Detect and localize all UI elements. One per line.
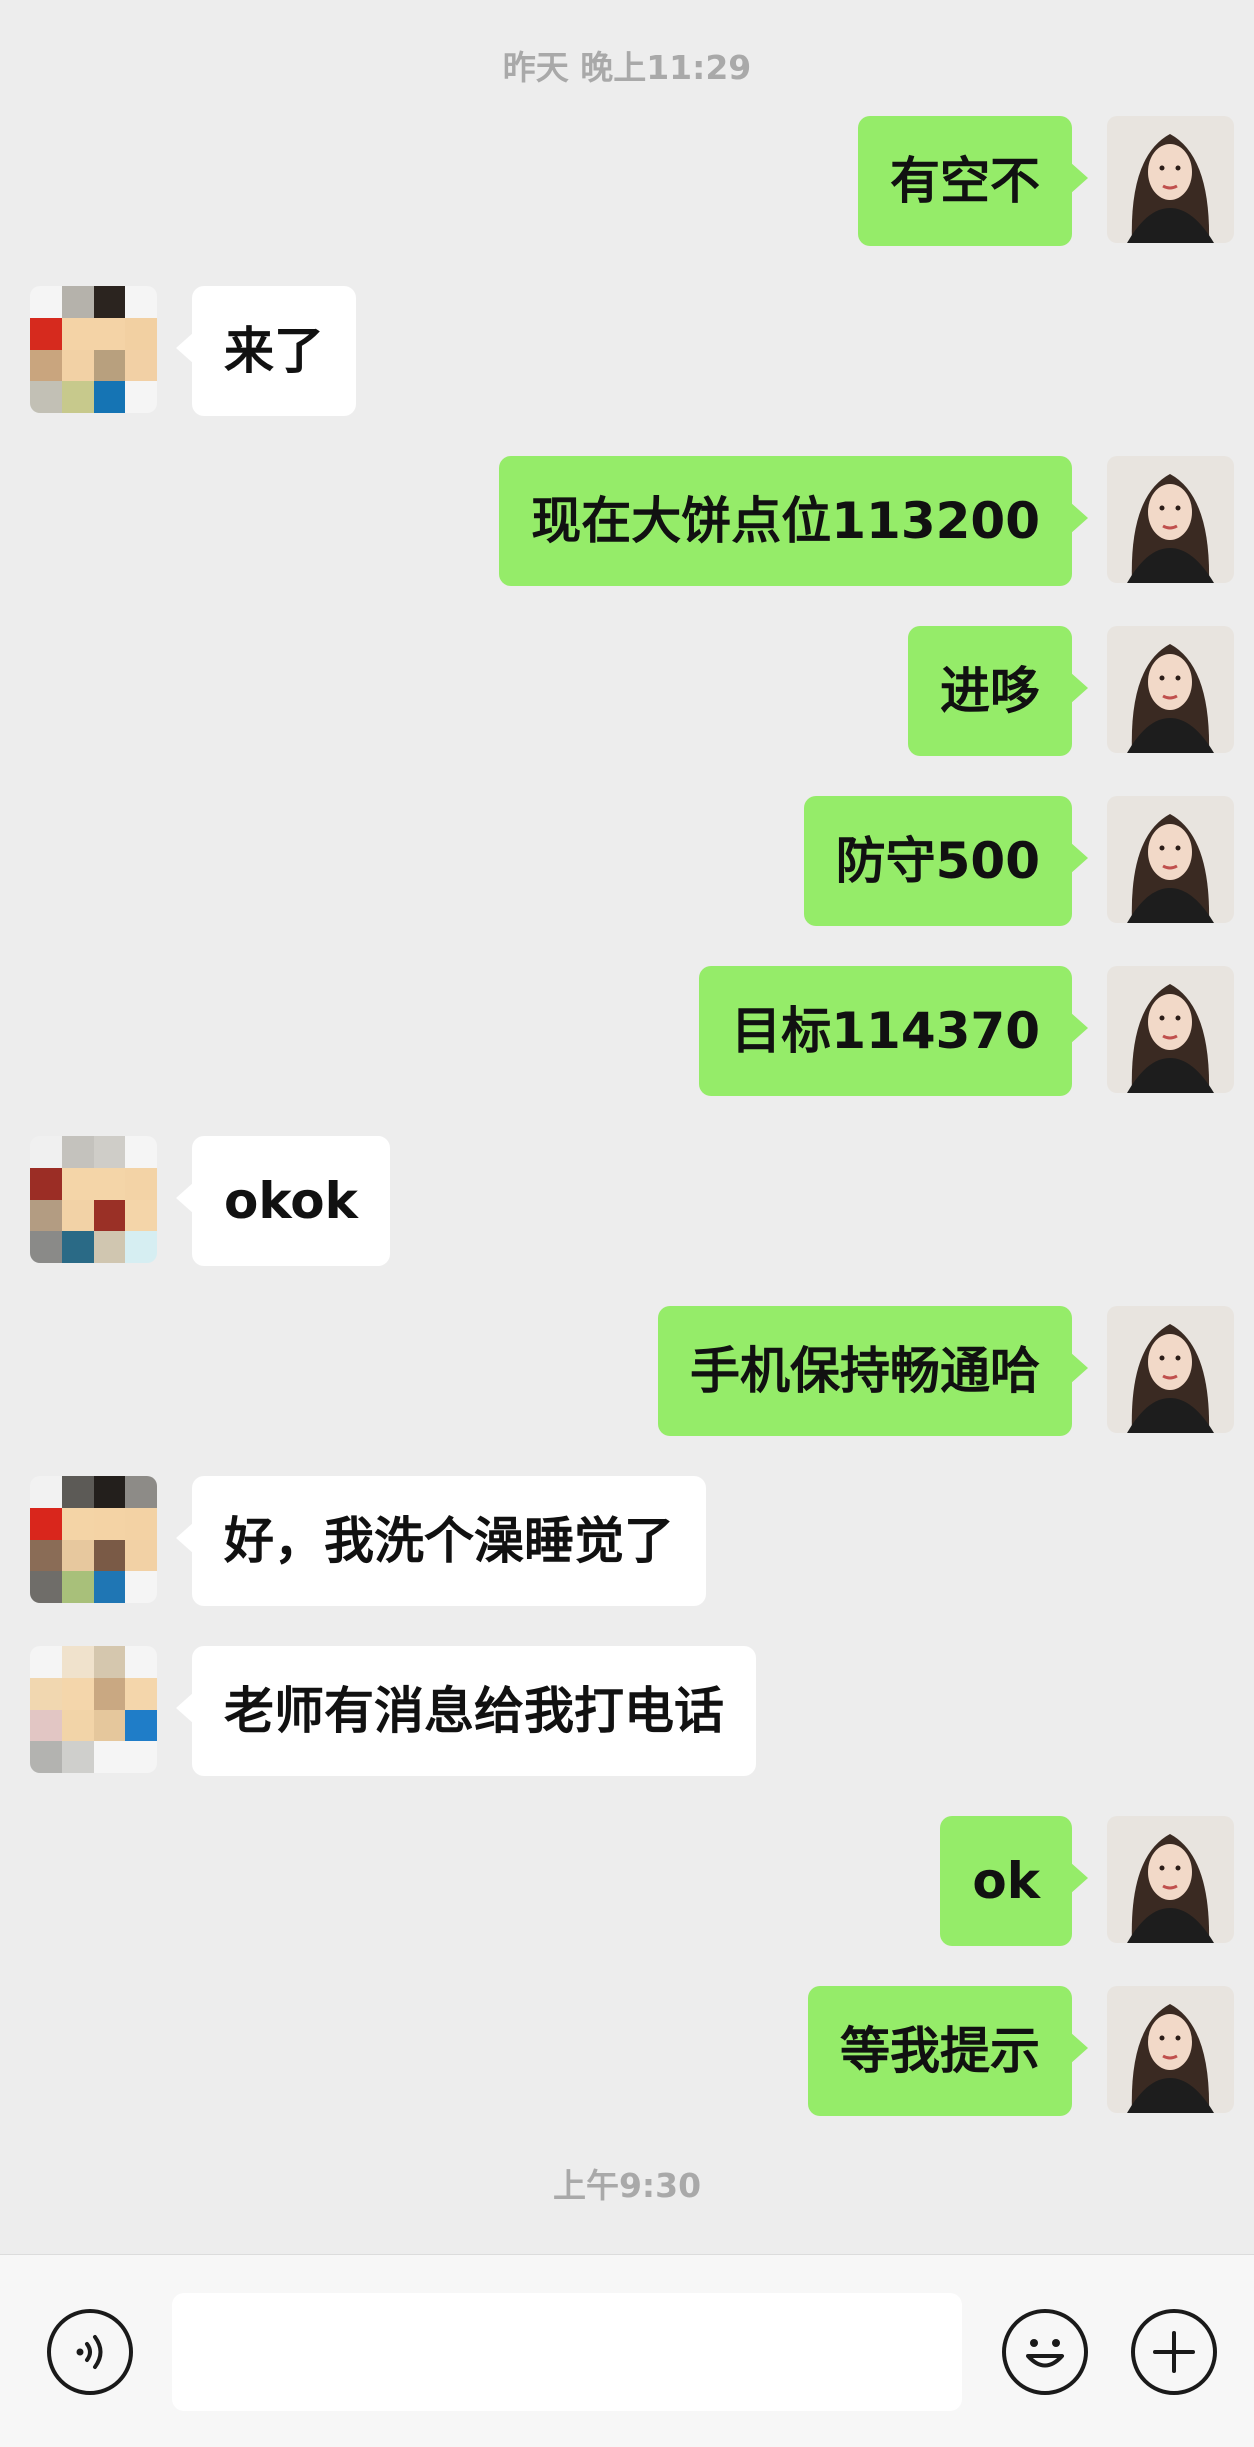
message-sent: 手机保持畅通哈 xyxy=(0,1306,1254,1436)
voice-button[interactable] xyxy=(47,2309,133,2395)
message-received: 好，我洗个澡睡觉了 xyxy=(0,1476,1254,1606)
chat-area[interactable]: 昨天 晚上11:29 有空不 来了 现在大饼点位113200 进哆 防守500 … xyxy=(0,0,1254,2254)
message-bubble[interactable]: 现在大饼点位113200 xyxy=(499,456,1088,586)
message-bubble[interactable]: ok xyxy=(940,1816,1088,1946)
message-bubble[interactable]: 进哆 xyxy=(908,626,1088,756)
avatar[interactable] xyxy=(1107,626,1234,753)
message-input[interactable] xyxy=(172,2293,962,2411)
avatar[interactable] xyxy=(30,1476,157,1603)
message-bubble[interactable]: 好，我洗个澡睡觉了 xyxy=(176,1476,706,1606)
avatar[interactable] xyxy=(1107,966,1234,1093)
avatar[interactable] xyxy=(1107,796,1234,923)
emoji-button[interactable] xyxy=(1002,2309,1088,2395)
avatar[interactable] xyxy=(1107,1306,1234,1433)
input-bar xyxy=(0,2254,1254,2447)
message-bubble[interactable]: 等我提示 xyxy=(808,1986,1088,2116)
message-bubble[interactable]: okok xyxy=(176,1136,390,1266)
message-bubble[interactable]: 目标114370 xyxy=(699,966,1088,1096)
plus-button[interactable] xyxy=(1131,2309,1217,2395)
message-bubble[interactable]: 有空不 xyxy=(858,116,1088,246)
avatar[interactable] xyxy=(1107,1816,1234,1943)
timestamp: 上午9:30 xyxy=(552,2166,702,2205)
message-sent: 现在大饼点位113200 xyxy=(0,456,1254,586)
message-sent: 防守500 xyxy=(0,796,1254,926)
message-sent: 等我提示 xyxy=(0,1986,1254,2116)
message-sent: ok xyxy=(0,1816,1254,1946)
timestamp: 昨天 晚上11:29 xyxy=(502,48,752,87)
message-received: okok xyxy=(0,1136,1254,1266)
plus-icon xyxy=(1153,2331,1195,2373)
voice-icon xyxy=(76,2335,103,2369)
message-bubble[interactable]: 防守500 xyxy=(803,796,1089,926)
message-bubble[interactable]: 来了 xyxy=(176,286,356,416)
message-sent: 有空不 xyxy=(0,116,1254,246)
emoji-icon xyxy=(1026,2339,1064,2368)
avatar[interactable] xyxy=(30,286,157,413)
message-received: 老师有消息给我打电话 xyxy=(0,1646,1254,1776)
message-sent: 进哆 xyxy=(0,626,1254,756)
avatar[interactable] xyxy=(1107,456,1234,583)
message-bubble[interactable]: 手机保持畅通哈 xyxy=(658,1306,1088,1436)
avatar[interactable] xyxy=(1107,1986,1234,2113)
avatar[interactable] xyxy=(30,1136,157,1263)
avatar[interactable] xyxy=(30,1646,157,1773)
avatar[interactable] xyxy=(1107,116,1234,243)
message-sent: 目标114370 xyxy=(0,966,1254,1096)
message-received: 来了 xyxy=(0,286,1254,416)
message-bubble[interactable]: 老师有消息给我打电话 xyxy=(176,1646,756,1776)
